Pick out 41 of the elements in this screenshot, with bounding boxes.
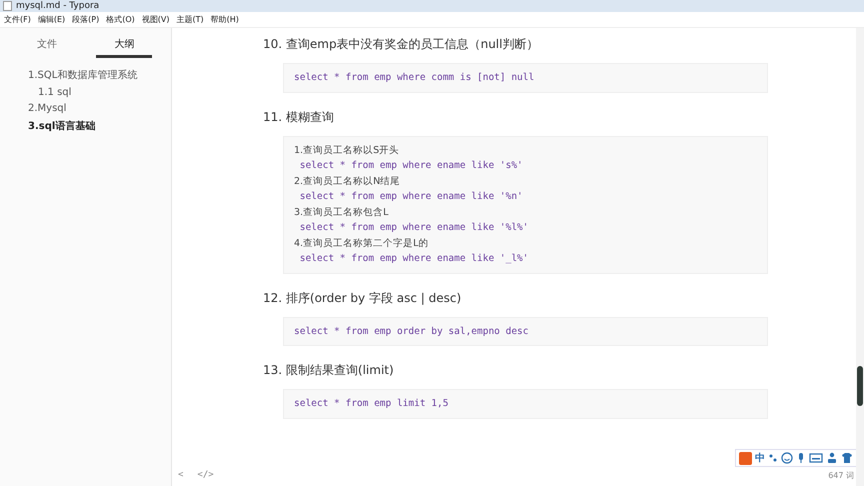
menu-item[interactable]: 视图(V) xyxy=(142,14,170,25)
section-heading: 10. 查询emp表中没有奖金的员工信息（null判断） xyxy=(263,36,540,53)
logo-icon[interactable] xyxy=(739,452,752,464)
back-button[interactable]: < xyxy=(178,470,184,480)
section-heading: 12. 排序(order by 字段 asc | desc) xyxy=(263,290,462,306)
code-line: 1.查询员工名称以S开头 xyxy=(294,144,400,158)
sidebar-tab[interactable]: 大纲 xyxy=(96,37,152,58)
person-icon[interactable] xyxy=(826,452,838,464)
outline-item[interactable]: 2.Mysql xyxy=(28,103,66,114)
scrollbar-thumb[interactable] xyxy=(857,366,863,406)
code-line: 2.查询员工名称以N结尾 xyxy=(294,174,400,188)
code-line: select * from emp where ename like '%n' xyxy=(298,190,523,204)
code-line: select * from emp limit 1,5 xyxy=(294,397,448,411)
code-line: select * from emp where ename like '%l%' xyxy=(298,221,528,235)
outline-item[interactable]: 1.SQL和数据库管理系统 xyxy=(28,68,138,82)
menu-item[interactable]: 格式(O) xyxy=(106,14,135,25)
smiley-icon[interactable] xyxy=(781,452,793,464)
shirt-icon[interactable] xyxy=(841,452,853,464)
menu-item[interactable]: 文件(F) xyxy=(4,14,31,25)
menu-item[interactable]: 段落(P) xyxy=(72,14,100,25)
punctuation-icon[interactable] xyxy=(768,452,778,464)
keyboard-icon[interactable] xyxy=(809,452,823,464)
code-line: select * from emp order by sal,empno desc xyxy=(294,324,528,338)
menu-item[interactable]: 编辑(E) xyxy=(38,14,66,25)
word-count: 647 词 xyxy=(828,470,854,480)
code-line: select * from emp where ename like '_l%' xyxy=(298,252,528,266)
code-line: 3.查询员工名称包含L xyxy=(294,206,388,220)
source-mode-button[interactable]: </> xyxy=(197,470,214,480)
microphone-icon[interactable] xyxy=(796,452,806,464)
code-line: 4.查询员工名称第二个字是L的 xyxy=(294,236,428,250)
input-mode[interactable]: 中 xyxy=(755,451,765,465)
menu-item[interactable]: 帮助(H) xyxy=(210,14,239,25)
window-title: mysql.md - Typora xyxy=(16,1,100,11)
sidebar-tab[interactable]: 文件 xyxy=(18,37,75,58)
section-heading: 13. 限制结果查询(limit) xyxy=(263,362,395,379)
code-line: select * from emp where ename like 's%' xyxy=(298,159,523,173)
code-line: select * from emp where comm is [not] null xyxy=(294,71,534,85)
outline-item[interactable]: 3.sql语言基础 xyxy=(28,119,96,133)
section-heading: 11. 模糊查询 xyxy=(263,108,335,126)
menu-item[interactable]: 主题(T) xyxy=(176,14,204,25)
outline-item[interactable]: 1.1 sql xyxy=(28,87,72,98)
